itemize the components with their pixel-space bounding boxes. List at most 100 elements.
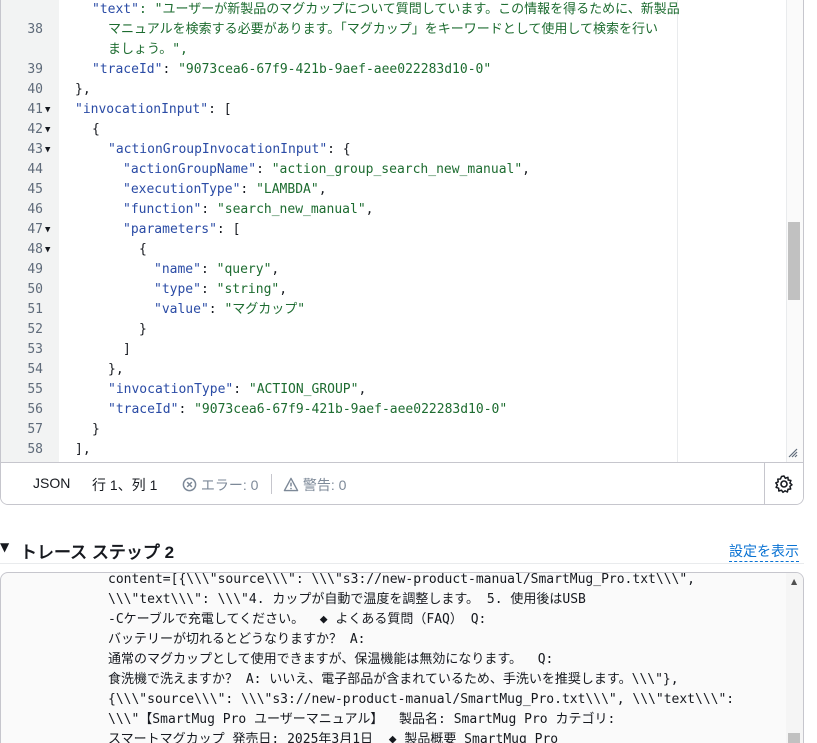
error-icon: [182, 477, 197, 492]
code-line: 57}: [1, 420, 791, 440]
fold-toggle-icon[interactable]: ▼: [45, 140, 50, 160]
gear-icon[interactable]: [774, 474, 794, 497]
json-string: "ACTION_GROUP": [248, 382, 359, 397]
trace-step-header[interactable]: ▼ トレース ステップ 2 設定を表示: [0, 536, 804, 564]
json-punctuation: :: [200, 262, 217, 277]
code-line: 39 "traceId": "9073cea6-67f9-421b-9aef-ae…: [1, 60, 791, 80]
fold-toggle-icon[interactable]: ▼: [45, 100, 50, 120]
scrollbar-thumb[interactable]: [788, 222, 800, 300]
warning-icon: [283, 477, 299, 492]
cursor-position: 行 1、列 1: [92, 477, 158, 493]
trace-log-viewer[interactable]: content=[{\\\"source\\\": \\\"s3://new-p…: [0, 572, 804, 743]
code-area[interactable]: 38 "text": "ユーザーが新製品のマグカップについて質問しています。この…: [1, 0, 803, 462]
json-string: "string": [216, 282, 280, 297]
code-line: 50 "type": "string",: [1, 280, 791, 300]
json-punctuation: :: [208, 302, 225, 317]
code-text: "actionGroupInvocationInput": {: [108, 140, 351, 160]
code-text: "actionGroupName": "action_group_search_…: [123, 160, 530, 180]
json-punctuation: : [: [216, 222, 241, 237]
log-line: 食洗機で洗えますか？ A: いいえ、電子部品が含まれているため、手洗いを推奨しま…: [108, 672, 679, 687]
line-number: 45: [27, 182, 43, 197]
code-line: 55 "invocationType": "ACTION_GROUP",: [1, 380, 791, 400]
json-punctuation: :: [200, 282, 217, 297]
json-key: "traceId": [92, 62, 163, 77]
json-punctuation: },: [108, 362, 124, 377]
error-count[interactable]: エラー: 0: [182, 475, 258, 495]
json-string: "9073cea6-67f9-421b-9aef-aee022283d10-0": [194, 402, 508, 417]
warning-count-label: 警告: 0: [302, 477, 347, 493]
line-number: 43: [27, 142, 43, 157]
json-punctuation: : {: [327, 142, 351, 157]
json-punctuation: }: [92, 422, 100, 437]
json-editor: 38 "text": "ユーザーが新製品のマグカップについて質問しています。この…: [0, 0, 804, 505]
divider: [271, 474, 272, 494]
code-text: }: [139, 320, 147, 340]
code-line: 48 ▼ {: [1, 240, 791, 260]
code-line: 40},: [1, 80, 791, 100]
code-line: 56 "traceId": "9073cea6-67f9-421b-9aef-ae…: [1, 400, 791, 420]
code-line: 42 ▼ {: [1, 120, 791, 140]
line-number: 55: [27, 382, 43, 397]
code-line: 58],: [1, 440, 791, 460]
json-string: "マグカップ": [224, 302, 306, 317]
warning-count[interactable]: 警告: 0: [283, 475, 346, 495]
json-key: "actionGroupInvocationInput": [108, 142, 328, 157]
json-punctuation: ,: [279, 282, 288, 297]
fold-toggle-icon[interactable]: ▼: [45, 120, 50, 140]
code-line: 46 "function": "search_new_manual",: [1, 200, 791, 220]
line-number: 44: [27, 162, 43, 177]
json-string: "9073cea6-67f9-421b-9aef-aee022283d10-0": [178, 62, 492, 77]
code-text: ],: [75, 440, 91, 460]
line-number: 41: [27, 102, 43, 117]
code-text: "value": "マグカップ": [154, 300, 305, 320]
json-string: "action_group_search_new_manual": [271, 162, 523, 177]
log-line: \\\"text\\\": \\\"4. カップが自動で温度を調整します。 5.…: [108, 592, 586, 607]
line-number: 49: [27, 262, 43, 277]
caret-down-icon[interactable]: ▼: [0, 540, 9, 554]
code-text: "type": "string",: [154, 280, 287, 300]
json-punctuation: ],: [75, 442, 91, 457]
code-text: "invocationInput": [: [75, 100, 232, 120]
error-count-label: エラー: 0: [200, 477, 259, 493]
editor-status-bar: JSON 行 1、列 1 エラー: 0 警告: 0: [1, 462, 803, 504]
log-line: -Cケーブルで充電してください。 ◆ よくある質問（FAQ） Q:: [108, 612, 487, 627]
code-line: 49 "name": "query",: [1, 260, 791, 280]
line-number: 42: [27, 122, 43, 137]
fold-toggle-icon[interactable]: ▼: [45, 220, 50, 240]
log-line: 通常のマグカップとして使用できますが、保温機能は無効になります。 Q:: [108, 652, 554, 667]
json-punctuation: ,: [522, 162, 530, 177]
show-settings-link[interactable]: 設定を表示: [729, 541, 799, 562]
code-text: "invocationType": "ACTION_GROUP",: [108, 380, 366, 400]
line-number: 57: [27, 422, 43, 437]
json-punctuation: }: [139, 322, 147, 337]
json-punctuation: },: [75, 82, 91, 97]
line-number: 54: [27, 362, 43, 377]
line-number: 46: [27, 202, 43, 217]
scroll-up-icon[interactable]: ▲: [791, 577, 797, 586]
code-text: "traceId": "9073cea6-67f9-421b-9aef-aee0…: [92, 60, 491, 80]
line-number: 38: [27, 22, 43, 37]
json-key: "name": [154, 262, 201, 277]
json-key: "value": [154, 302, 209, 317]
json-key: "function": [123, 202, 202, 217]
json-punctuation: :: [240, 182, 257, 197]
language-mode: JSON: [33, 475, 71, 491]
log-scrollbar-thumb[interactable]: [788, 733, 800, 743]
json-punctuation: :: [256, 162, 272, 177]
code-text: "executionType": "LAMBDA",: [123, 180, 327, 200]
code-text: ]: [123, 340, 131, 360]
line-number: 50: [27, 282, 43, 297]
log-scrollbar[interactable]: [786, 573, 803, 743]
log-line: content=[{\\\"source\\\": \\\"s3://new-p…: [108, 572, 695, 587]
code-line: 52}: [1, 320, 791, 340]
json-key: "type": [154, 282, 201, 297]
fold-toggle-icon[interactable]: ▼: [45, 240, 50, 260]
line-number: 52: [27, 322, 43, 337]
json-key: "invocationInput": [75, 102, 209, 117]
trace-step-title: トレース ステップ 2: [20, 543, 175, 562]
json-punctuation: : [: [208, 102, 232, 117]
json-punctuation: :: [201, 202, 217, 217]
resize-handle-icon[interactable]: [788, 448, 798, 461]
json-punctuation: {: [92, 122, 100, 137]
json-key: "parameters": [123, 222, 217, 237]
